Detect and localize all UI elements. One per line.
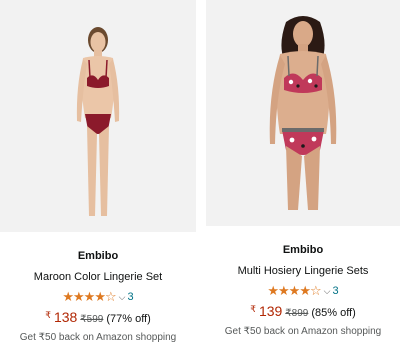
chevron-down-icon[interactable]: ⌵ <box>324 284 331 298</box>
product-title[interactable]: Maroon Color Lingerie Set <box>0 269 196 285</box>
rating-count-link[interactable]: 3 <box>332 284 338 298</box>
price-row: ₹ 139 ₹899 (85% off) <box>206 302 400 323</box>
price-row: ₹ 138 ₹599 (77% off) <box>0 308 196 329</box>
model-photo-printed <box>269 16 337 210</box>
chevron-down-icon[interactable]: ⌵ <box>119 290 126 304</box>
discount-percent: (77% off) <box>106 313 151 325</box>
model-photo-maroon <box>76 27 120 216</box>
product-image[interactable] <box>0 0 196 232</box>
price: 139 <box>258 303 283 319</box>
star-rating-icon[interactable]: ★★★★☆ <box>62 290 116 304</box>
cashback-offer: Get ₹50 back on Amazon shopping <box>19 332 177 343</box>
currency-symbol: ₹ <box>45 310 51 320</box>
cashback-offer: Get ₹50 back on Amazon shopping <box>224 326 382 337</box>
rating-count-link[interactable]: 3 <box>127 290 133 304</box>
product-image[interactable] <box>206 0 400 226</box>
rating-row[interactable]: ★★★★☆ ⌵ 3 <box>0 290 196 304</box>
product-brand: Embibo <box>282 244 324 256</box>
rating-row[interactable]: ★★★★☆ ⌵ 3 <box>206 284 400 298</box>
currency-symbol: ₹ <box>250 304 256 314</box>
product-brand: Embibo <box>77 250 119 262</box>
list-price: ₹899 <box>285 308 309 319</box>
star-rating-icon[interactable]: ★★★★☆ <box>267 284 321 298</box>
product-title[interactable]: Multi Hosiery Lingerie Sets <box>206 263 400 279</box>
price: 138 <box>53 309 78 325</box>
list-price: ₹599 <box>80 314 104 325</box>
discount-percent: (85% off) <box>311 307 356 319</box>
